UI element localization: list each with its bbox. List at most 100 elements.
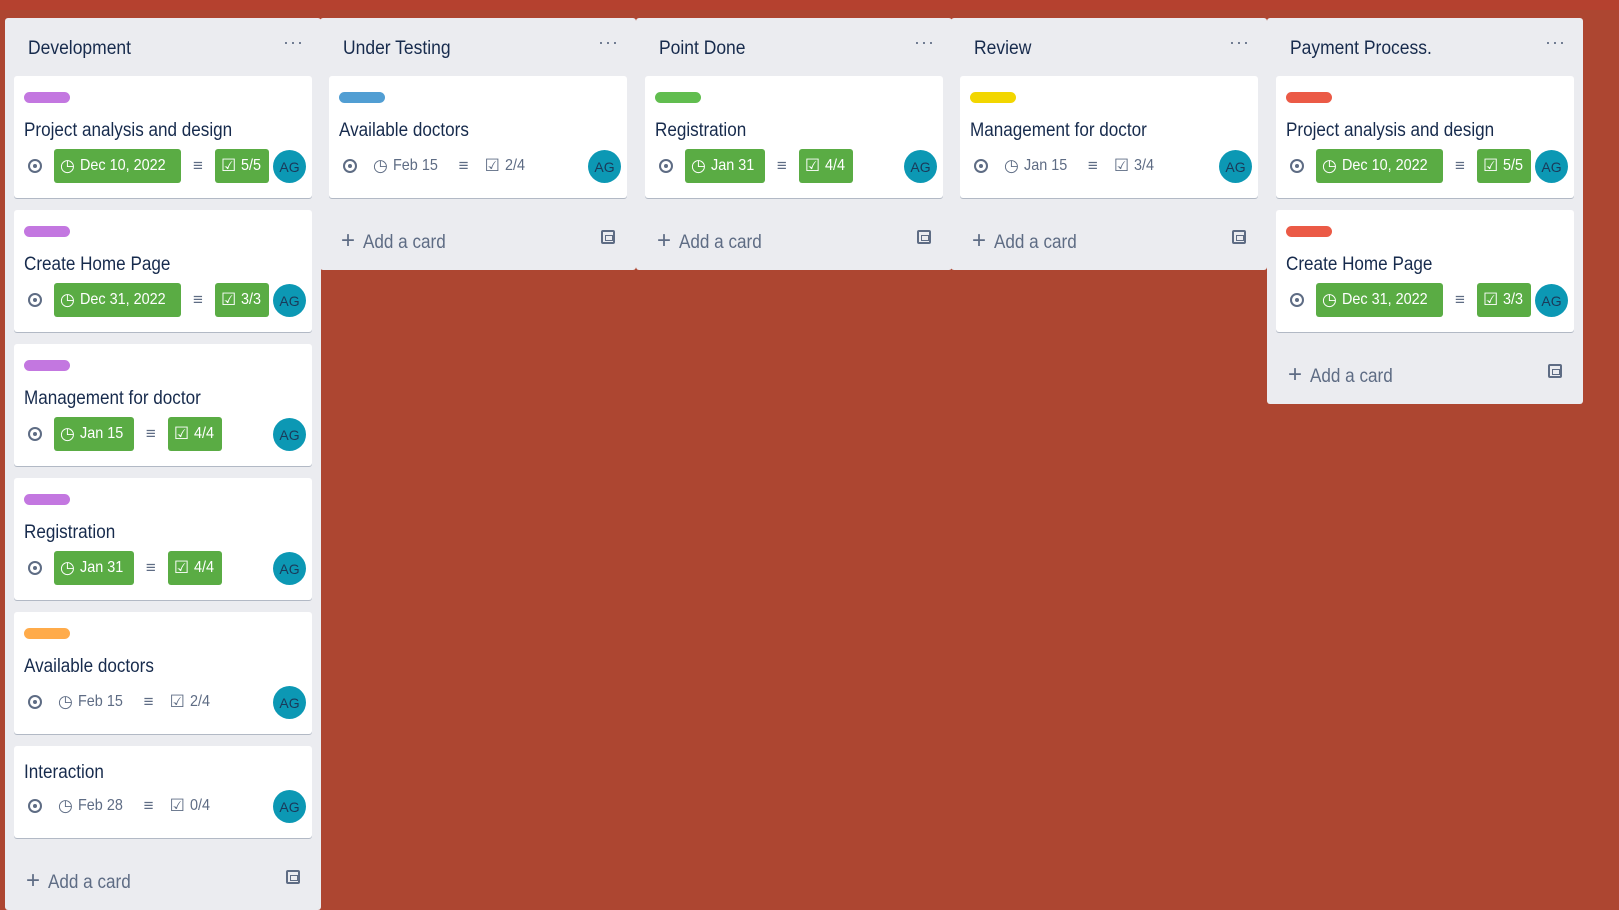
card-label[interactable]: [24, 360, 70, 371]
card-template-icon[interactable]: [601, 230, 615, 244]
card-label[interactable]: [1286, 92, 1332, 103]
card-label[interactable]: [1286, 226, 1332, 237]
list-title[interactable]: Under Testing: [343, 38, 451, 60]
add-card-label: Add a card: [1310, 366, 1393, 387]
eye-icon: [974, 159, 988, 173]
member-avatar[interactable]: AG: [273, 418, 306, 451]
eye-icon: [28, 293, 42, 307]
member-avatar[interactable]: AG: [1219, 150, 1252, 183]
card[interactable]: Management for doctor ◷ Jan 15 ≡ ☑ 4/4 AG: [14, 344, 312, 466]
due-date-badge[interactable]: ◷ Jan 15: [54, 417, 134, 451]
card[interactable]: Management for doctor ◷ Jan 15 ≡ ☑ 3/4 AG: [960, 76, 1258, 198]
list-title[interactable]: Point Done: [659, 38, 745, 60]
list-menu-button[interactable]: ···: [914, 32, 935, 53]
clock-icon: ◷: [60, 156, 75, 175]
add-card-button[interactable]: + Add a card: [645, 210, 943, 270]
board-canvas: Development ··· Project analysis and desig…: [0, 0, 1619, 910]
due-date-text: Feb 15: [392, 157, 438, 174]
list-payment-process: Payment Process. ··· Project analysis and …: [1267, 18, 1583, 404]
card[interactable]: Registration ◷ Jan 31 ≡ ☑ 4/4 AG: [645, 76, 943, 198]
card[interactable]: Available doctors ◷ Feb 15 ≡ ☑ 2/4 AG: [329, 76, 627, 198]
checklist-badge: ☑ 0/4: [166, 789, 217, 823]
checklist-count: 2/4: [189, 693, 210, 710]
card[interactable]: Project analysis and design ◷ Dec 10, 2022…: [1276, 76, 1574, 198]
member-avatar[interactable]: AG: [273, 150, 306, 183]
checklist-count: 2/4: [504, 157, 525, 174]
card[interactable]: Interaction ◷ Feb 28 ≡ ☑ 0/4 AG: [14, 746, 312, 838]
list-header: Review ···: [960, 18, 1258, 76]
eye-icon: [28, 799, 42, 813]
card-label[interactable]: [24, 494, 70, 505]
checklist-badge: ☑ 4/4: [167, 417, 223, 451]
due-date-badge[interactable]: ◷ Dec 10, 2022: [1316, 149, 1444, 183]
due-date-badge[interactable]: ◷ Jan 31: [685, 149, 765, 183]
member-avatar[interactable]: AG: [273, 686, 306, 719]
card-badges: ◷ Dec 10, 2022 ≡ ☑ 5/5: [1286, 149, 1543, 183]
card[interactable]: Create Home Page ◷ Dec 31, 2022 ≡ ☑ 3/3 AG: [1276, 210, 1574, 332]
add-card-button[interactable]: + Add a card: [1276, 344, 1574, 404]
due-date-badge[interactable]: ◷ Dec 10, 2022: [54, 149, 182, 183]
add-card-label: Add a card: [363, 232, 446, 253]
card[interactable]: Project analysis and design ◷ Dec 10, 2022…: [14, 76, 312, 198]
card[interactable]: Create Home Page ◷ Dec 31, 2022 ≡ ☑ 3/3 AG: [14, 210, 312, 332]
add-card-button[interactable]: + Add a card: [960, 210, 1258, 270]
list-under-testing: Under Testing ··· Available doctors ◷ Feb 15…: [320, 18, 636, 270]
card-label[interactable]: [24, 628, 70, 639]
due-date-badge[interactable]: ◷ Dec 31, 2022: [1316, 283, 1444, 317]
checklist-count: 4/4: [194, 559, 215, 576]
description-icon: ≡: [1455, 290, 1465, 309]
list-title[interactable]: Development: [28, 38, 131, 60]
card-label[interactable]: [24, 226, 70, 237]
list-title[interactable]: Payment Process.: [1290, 38, 1432, 60]
due-date-badge[interactable]: ◷ Dec 31, 2022: [54, 283, 182, 317]
due-date-badge[interactable]: ◷ Feb 15: [369, 149, 447, 183]
plus-icon: +: [26, 867, 41, 894]
due-date-badge[interactable]: ◷ Feb 28: [54, 789, 132, 823]
card[interactable]: Registration ◷ Jan 31 ≡ ☑ 4/4 AG: [14, 478, 312, 600]
due-date-badge[interactable]: ◷ Jan 15: [1000, 149, 1076, 183]
add-card-button[interactable]: + Add a card: [14, 850, 312, 910]
checklist-icon: ☑: [804, 156, 821, 175]
member-avatar[interactable]: AG: [1535, 150, 1568, 183]
checklist-count: 3/3: [241, 291, 262, 308]
card-badges: ◷ Dec 10, 2022 ≡ ☑ 5/5: [24, 149, 281, 183]
member-avatar[interactable]: AG: [904, 150, 937, 183]
due-date-badge[interactable]: ◷ Feb 15: [54, 685, 132, 719]
card[interactable]: Available doctors ◷ Feb 15 ≡ ☑ 2/4 AG: [14, 612, 312, 734]
checklist-count: 0/4: [189, 797, 210, 814]
list-menu-button[interactable]: ···: [1229, 32, 1250, 53]
card-label[interactable]: [655, 92, 701, 103]
card-template-icon[interactable]: [286, 870, 300, 884]
list-menu-button[interactable]: ···: [598, 32, 619, 53]
card-template-icon[interactable]: [917, 230, 931, 244]
list-menu-button[interactable]: ···: [283, 32, 304, 53]
checklist-count: 3/4: [1134, 157, 1155, 174]
clock-icon: ◷: [58, 692, 73, 711]
card-badges: ◷ Jan 31 ≡ ☑ 4/4: [24, 551, 234, 585]
due-date-text: Dec 31, 2022: [1341, 291, 1428, 308]
card-template-icon[interactable]: [1232, 230, 1246, 244]
list-header: Under Testing ···: [329, 18, 627, 76]
checklist-icon: ☑: [169, 692, 185, 711]
due-date-text: Dec 10, 2022: [79, 157, 166, 174]
member-avatar[interactable]: AG: [273, 284, 306, 317]
list-title[interactable]: Review: [974, 38, 1031, 60]
card-label[interactable]: [970, 92, 1016, 103]
list-header: Development ···: [14, 18, 312, 76]
add-card-button[interactable]: + Add a card: [329, 210, 627, 270]
card-badges: ◷ Jan 15 ≡ ☑ 4/4: [24, 417, 234, 451]
eye-icon: [28, 427, 42, 441]
card-title: Management for doctor: [970, 120, 1147, 141]
member-avatar[interactable]: AG: [1535, 284, 1568, 317]
card-badges: ◷ Jan 15 ≡ ☑ 3/4: [970, 149, 1172, 183]
member-avatar[interactable]: AG: [273, 552, 306, 585]
member-avatar[interactable]: AG: [273, 790, 306, 823]
checklist-icon: ☑: [220, 156, 237, 175]
checklist-badge: ☑ 2/4: [481, 149, 532, 183]
card-label[interactable]: [339, 92, 385, 103]
member-avatar[interactable]: AG: [588, 150, 621, 183]
due-date-badge[interactable]: ◷ Jan 31: [54, 551, 134, 585]
card-template-icon[interactable]: [1548, 364, 1562, 378]
card-label[interactable]: [24, 92, 70, 103]
list-menu-button[interactable]: ···: [1545, 32, 1566, 53]
